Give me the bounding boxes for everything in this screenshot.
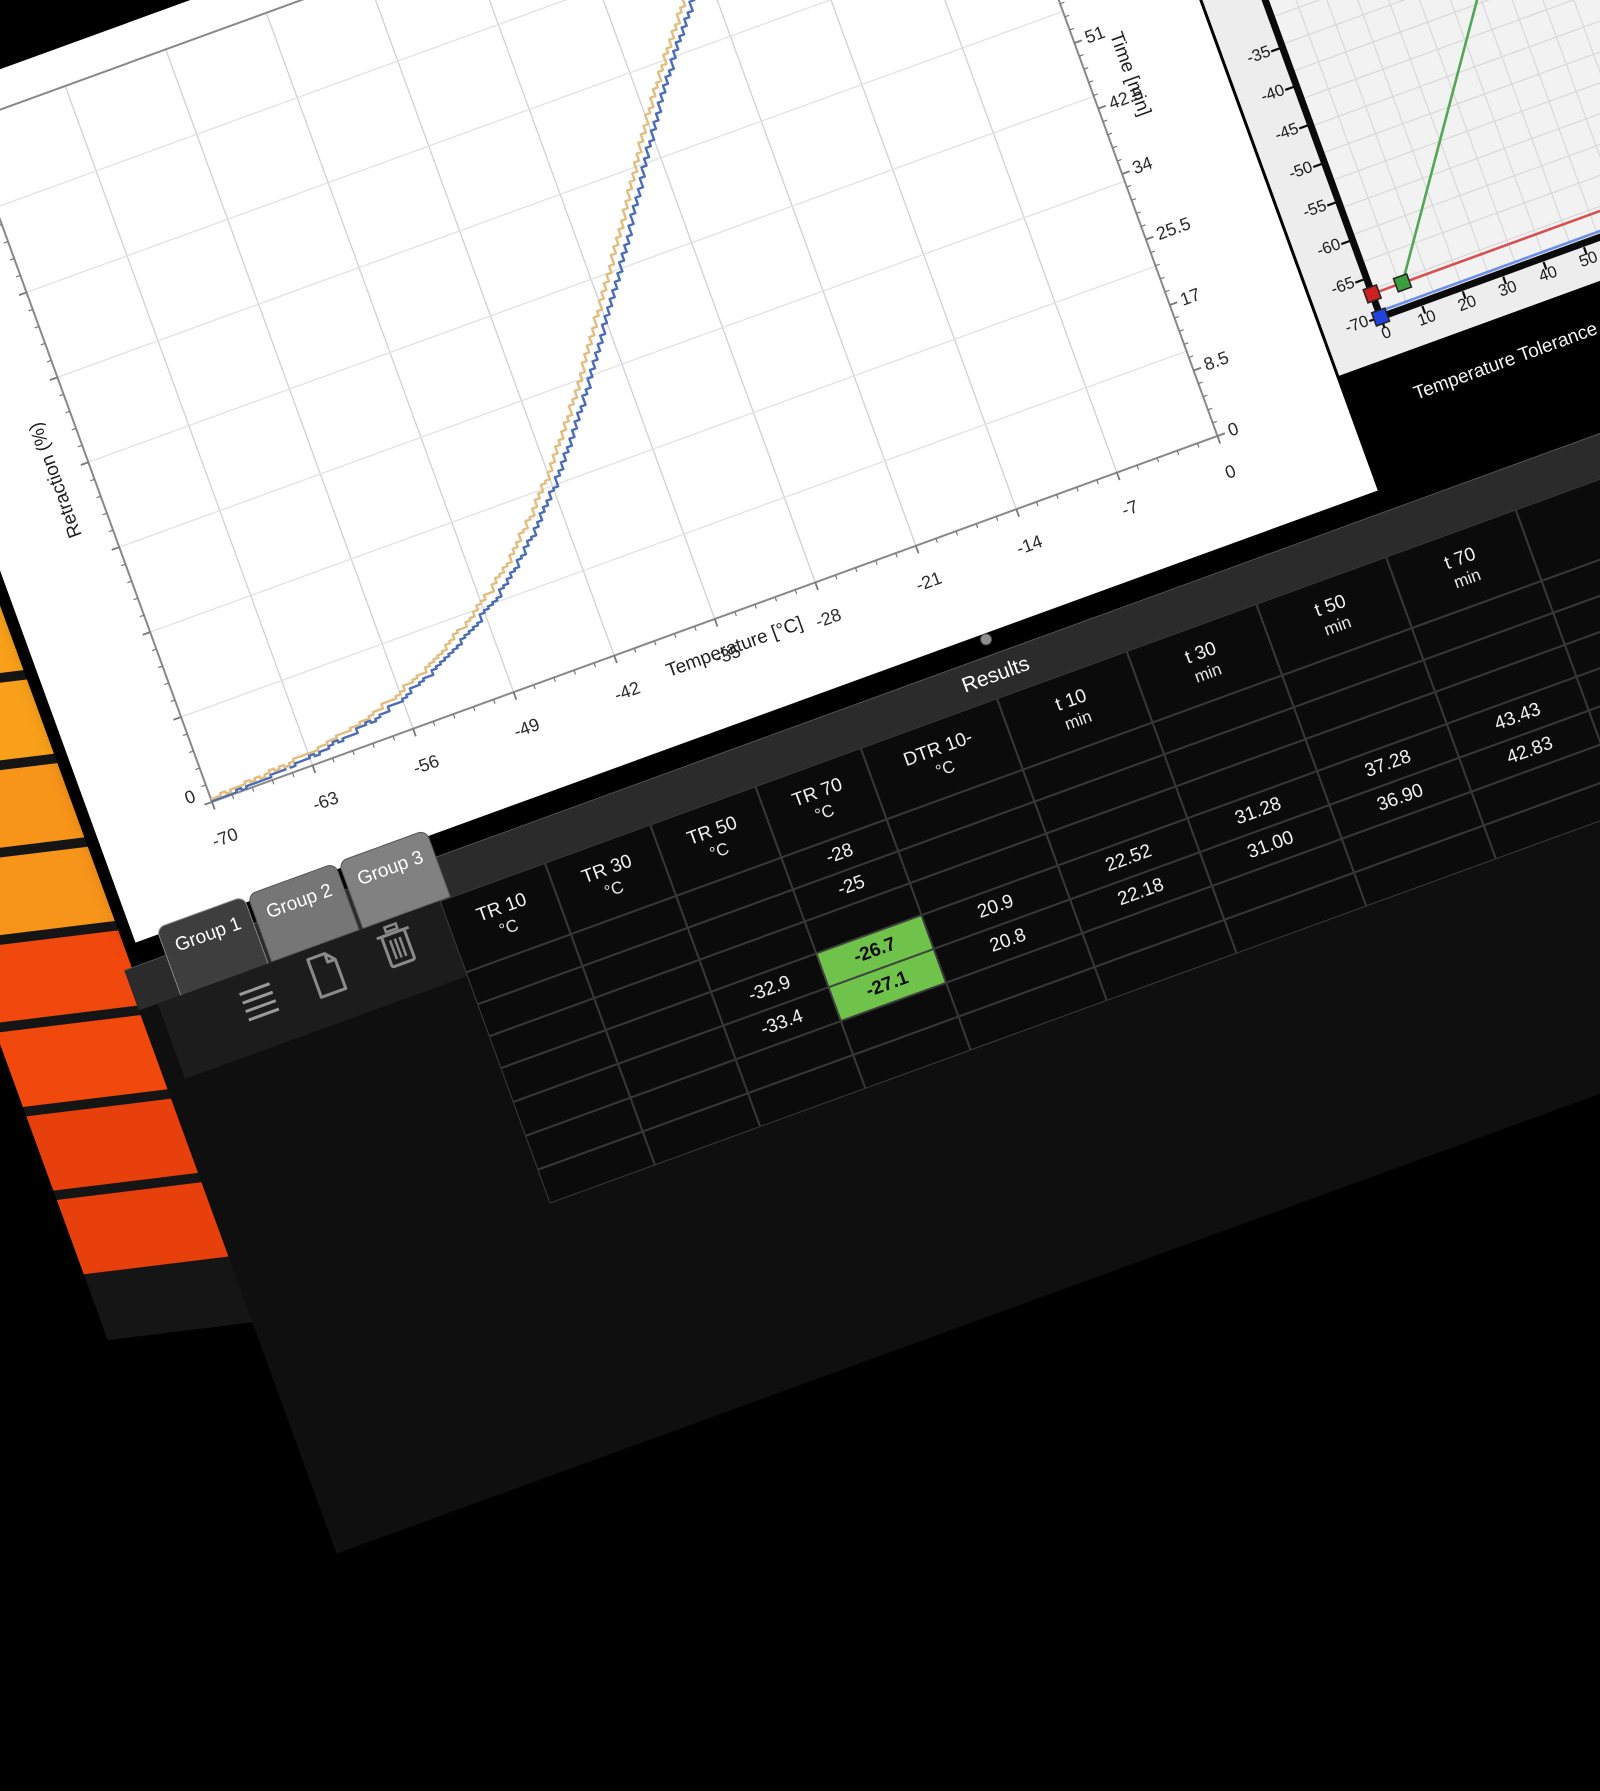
menu-icon[interactable] [239, 982, 281, 1027]
temperature-tick-label: 0 [1222, 461, 1239, 484]
temperature-tick-label: -56 [410, 751, 442, 780]
temperature-tick-label: -21 [913, 568, 945, 597]
time-tick-label: 25.5 [1153, 213, 1193, 245]
time-tick-label: 17 [1177, 284, 1203, 311]
app-window: -70-63-56-49-42-35-28-21-14-70 08.51725.… [0, 0, 1600, 1736]
new-document-icon[interactable] [303, 948, 352, 1006]
time-tick-label: 34 [1130, 153, 1156, 180]
sample-tile[interactable] [0, 930, 145, 1023]
retraction-axis-origin-label: 0 [150, 786, 199, 821]
temperature-tick-label: -63 [310, 787, 342, 816]
trash-icon[interactable] [371, 917, 424, 978]
temperature-tick-label: -49 [511, 714, 543, 743]
sample-tile[interactable] [0, 763, 84, 856]
sample-tile[interactable] [0, 847, 115, 940]
time-tick-label: 0 [1225, 418, 1242, 441]
time-tick-label: 8.5 [1201, 348, 1232, 376]
temperature-tick-label: -70 [209, 824, 241, 853]
temperature-tick-label: -14 [1014, 531, 1046, 560]
temperature-tick-label: -7 [1119, 496, 1141, 521]
